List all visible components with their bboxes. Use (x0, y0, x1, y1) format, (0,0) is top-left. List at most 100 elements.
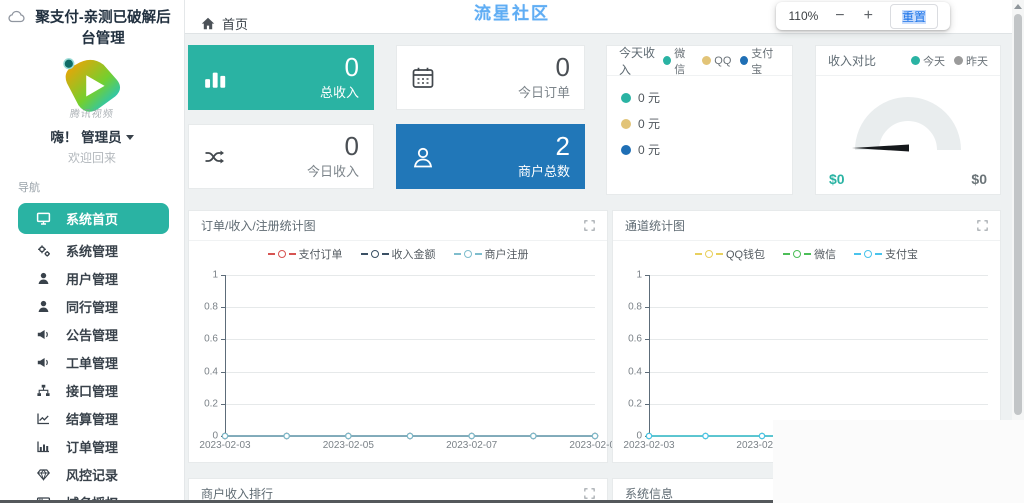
sidebar: 聚支付-亲测已破解后台管理 腾讯视频 嗨！ 管理员 欢迎回来 导航 系统首页 (0, 0, 185, 503)
zoom-reset-label: 重置 (902, 10, 926, 24)
stat-card-merchant-total: 2商户总数 (396, 124, 585, 189)
chart-legend-qq-wallet[interactable]: QQ钱包 (695, 246, 765, 262)
calendar-icon (411, 66, 445, 90)
legend-label: 昨天 (966, 53, 988, 69)
cloud-icon (8, 10, 25, 23)
panel-title: 收入对比 (828, 52, 876, 69)
sidebar-item-label: 系统首页 (66, 209, 118, 228)
panel-income-compare: 收入对比 今天 昨天 $0 $0 (815, 45, 1001, 195)
shuffle-icon (203, 145, 237, 169)
stat-label: 今日收入 (237, 161, 359, 180)
line-chart-canvas: 00.20.40.60.812023-02-032023-02-052023-0… (195, 267, 601, 456)
legend-dot (663, 56, 671, 65)
sidebar-item-announcements[interactable]: 公告管理 (0, 320, 184, 348)
speaker-icon (36, 355, 51, 370)
home-icon (201, 17, 215, 30)
zoom-in-button[interactable]: + (862, 8, 875, 24)
gauge-chart: $0 $0 (816, 76, 1000, 195)
scrollbar-up-arrow[interactable] (1014, 4, 1022, 9)
avatar[interactable]: 腾讯视频 (52, 56, 132, 118)
gauge-ring (867, 109, 949, 150)
legend-item-alipay[interactable]: 支付宝 (740, 45, 780, 77)
sidebar-item-tickets[interactable]: 工单管理 (0, 348, 184, 376)
sidebar-item-home[interactable]: 系统首页 (18, 203, 169, 234)
chart-legend-wechat[interactable]: 微信 (783, 246, 836, 262)
tencent-video-logo (59, 56, 125, 112)
sidebar-item-label: 公告管理 (66, 325, 118, 344)
sidebar-item-label: 结算管理 (66, 409, 118, 428)
greeting-text: 嗨！ 管理员 (50, 126, 121, 146)
sidebar-item-label: 用户管理 (66, 269, 118, 288)
chart-legend-income-amount[interactable]: 收入金额 (361, 246, 436, 262)
legend-item-today[interactable]: 今天 (911, 53, 945, 69)
legend-item-yesterday[interactable]: 昨天 (954, 53, 988, 69)
sitemap-icon (36, 383, 51, 398)
legend-dot (702, 56, 711, 65)
bars-icon (203, 65, 237, 91)
nav-section-label: 导航 (0, 166, 184, 201)
sidebar-item-label: 接口管理 (66, 381, 118, 400)
bar-chart-icon (36, 439, 51, 454)
sidebar-item-settlement[interactable]: 结算管理 (0, 404, 184, 432)
sidebar-item-label: 风控记录 (66, 465, 118, 484)
breadcrumb-home[interactable]: 首页 (222, 14, 248, 33)
brand: 聚支付-亲测已破解后台管理 (0, 0, 184, 50)
stat-value: 0 (237, 54, 359, 80)
welcome-text: 欢迎回来 (0, 149, 184, 166)
merchant-icon (411, 145, 445, 169)
fullscreen-icon[interactable] (584, 220, 595, 231)
legend-label: 收入金额 (392, 246, 436, 262)
zoom-out-button[interactable]: − (833, 8, 846, 24)
panel-title: 订单/收入/注册统计图 (201, 217, 316, 234)
admin-dashboard: 聚支付-亲测已破解后台管理 腾讯视频 嗨！ 管理员 欢迎回来 导航 系统首页 (0, 0, 1024, 503)
user-greeting-dropdown[interactable]: 嗨！ 管理员 (0, 126, 184, 146)
sidebar-item-label: 系统管理 (66, 241, 118, 260)
yesterday-amount: $0 (971, 171, 987, 187)
chart-series-svg (195, 267, 601, 456)
income-value: 0 元 (638, 89, 660, 106)
legend-label: 支付宝 (885, 246, 918, 262)
fullscreen-icon[interactable] (977, 220, 988, 231)
stat-card-total-income: 0总收入 (188, 45, 374, 110)
legend-label: 微信 (674, 45, 693, 77)
chart-legend-pay-orders[interactable]: 支付订单 (268, 246, 343, 262)
blank-popup-overlay (773, 420, 1024, 503)
line-chart-icon (36, 411, 51, 426)
gears-icon (36, 243, 51, 258)
legend-item-qq[interactable]: QQ (702, 55, 731, 67)
legend-dot (621, 93, 631, 103)
gem-icon (36, 467, 51, 482)
income-row-alipay: 0 元 (621, 141, 778, 158)
legend-item-wechat[interactable]: 微信 (663, 45, 693, 77)
income-row-wechat: 0 元 (621, 89, 778, 106)
chart-legend-alipay[interactable]: 支付宝 (854, 246, 918, 262)
user-icon (36, 299, 51, 314)
legend-dot (954, 56, 963, 65)
income-row-qq: 0 元 (621, 115, 778, 132)
legend-dot (621, 119, 631, 129)
fullscreen-icon[interactable] (584, 488, 595, 499)
sidebar-item-label: 同行管理 (66, 297, 118, 316)
sidebar-item-risk[interactable]: 风控记录 (0, 460, 184, 488)
sidebar-item-orders[interactable]: 订单管理 (0, 432, 184, 460)
panel-title: 今天收入 (619, 44, 663, 78)
today-amount: $0 (829, 171, 845, 187)
watermark-text: 流星社区 (474, 0, 550, 24)
stat-label: 今日订单 (445, 82, 570, 101)
sidebar-item-label: 工单管理 (66, 353, 118, 372)
stat-value: 0 (445, 54, 570, 80)
sidebar-item-label: 订单管理 (66, 437, 118, 456)
chart-legend-merchant-register[interactable]: 商户注册 (454, 246, 529, 262)
logo-watermark-text: 腾讯视频 (69, 105, 115, 120)
browser-zoom-popup: 110% − + 重置 (776, 2, 950, 30)
zoom-reset-button[interactable]: 重置 (890, 4, 938, 29)
legend-label: 微信 (814, 246, 836, 262)
sidebar-item-users[interactable]: 用户管理 (0, 264, 184, 292)
legend-dot (740, 56, 748, 65)
panel-today-income: 今天收入 微信 QQ 支付宝 0 元 0 元 0 元 (606, 45, 793, 195)
scrollbar-thumb[interactable] (1014, 14, 1022, 415)
sidebar-item-system[interactable]: 系统管理 (0, 236, 184, 264)
stat-card-today-orders: 0 今日订单 (396, 45, 585, 110)
sidebar-item-peers[interactable]: 同行管理 (0, 292, 184, 320)
sidebar-item-api[interactable]: 接口管理 (0, 376, 184, 404)
